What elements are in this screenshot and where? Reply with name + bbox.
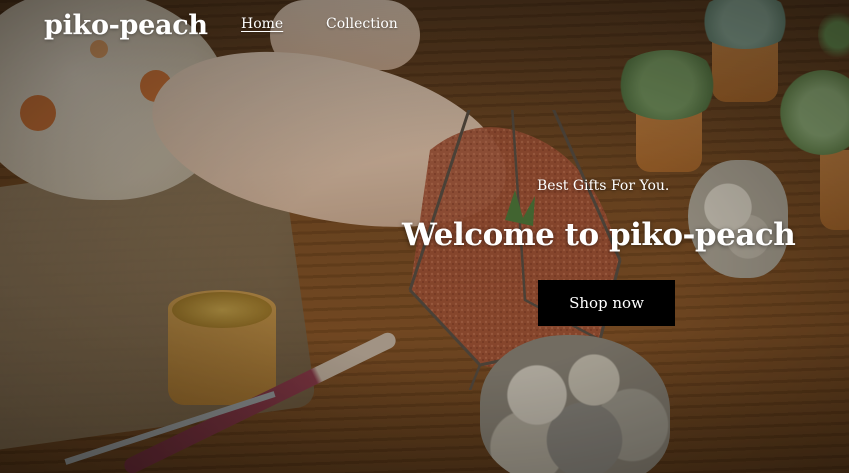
hero-headline: Welcome to piko-peach (402, 217, 796, 253)
site-header: piko-peach Home Collection (0, 0, 849, 50)
brand-logo[interactable]: piko-peach (44, 10, 208, 41)
hero-section: piko-peach Home Collection Best Gifts Fo… (0, 0, 849, 473)
nav-link-collection[interactable]: Collection (326, 16, 398, 32)
nav-link-home[interactable]: Home (241, 16, 283, 32)
shop-now-button[interactable]: Shop now (538, 280, 675, 326)
hero-tagline: Best Gifts For You. (537, 178, 670, 194)
